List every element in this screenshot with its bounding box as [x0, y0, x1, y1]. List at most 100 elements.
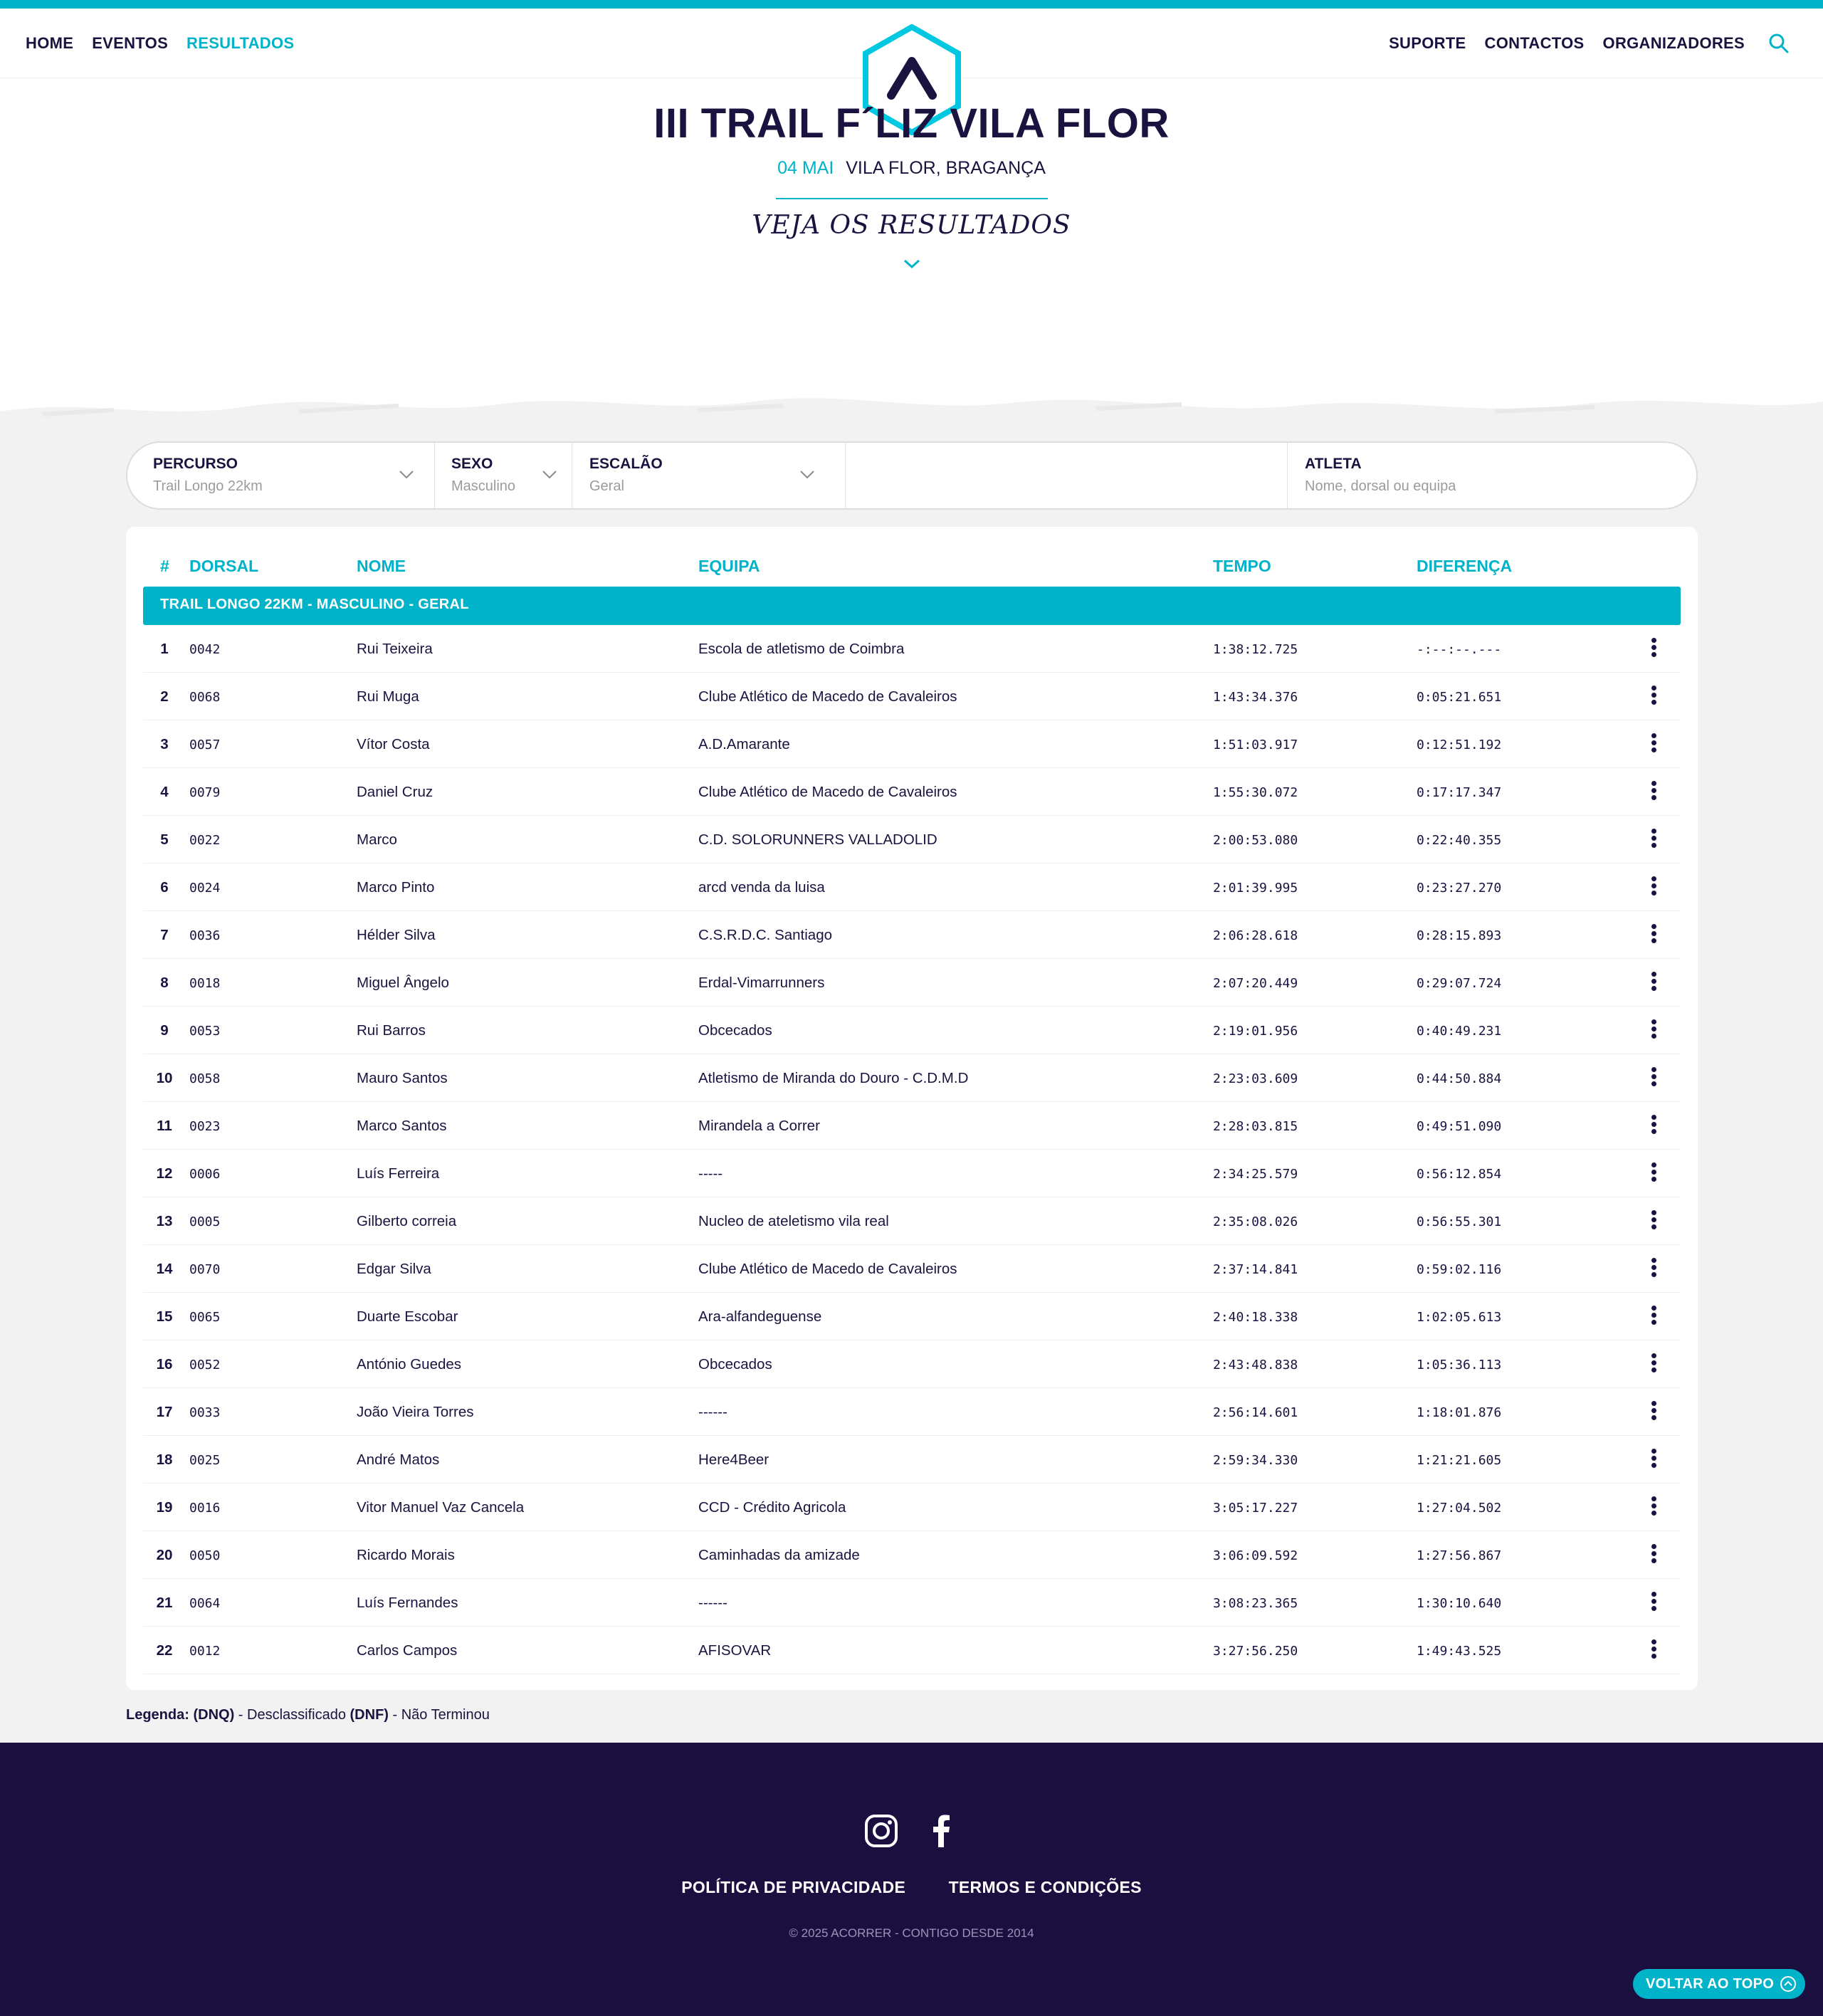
nav-contactos[interactable]: CONTACTOS — [1485, 34, 1585, 53]
more-dot — [1651, 693, 1656, 698]
nav-resultados[interactable]: RESULTADOS — [186, 34, 294, 53]
back-to-top-label: VOLTAR AO TOPO — [1646, 1976, 1775, 1992]
more-vertical-icon[interactable] — [1649, 1401, 1658, 1422]
search-icon[interactable] — [1767, 32, 1790, 55]
more-vertical-icon[interactable] — [1649, 1210, 1658, 1232]
percurso-select[interactable]: PERCURSO Trail Longo 22km — [127, 443, 435, 508]
cell-diferenca: 0:59:02.116 — [1417, 1262, 1502, 1277]
more-vertical-icon[interactable] — [1649, 1019, 1658, 1041]
more-dot — [1651, 1456, 1656, 1461]
cell-diferenca: 1:30:10.640 — [1417, 1596, 1502, 1611]
cell-dorsal: 0079 — [189, 785, 221, 800]
more-dot — [1651, 1162, 1656, 1167]
more-vertical-icon[interactable] — [1649, 972, 1658, 993]
more-dot — [1651, 1034, 1656, 1039]
chevron-down-icon[interactable] — [903, 258, 921, 271]
see-results-link[interactable]: VEJA OS RESULTADOS — [0, 211, 1823, 240]
more-vertical-icon[interactable] — [1649, 876, 1658, 898]
table-row[interactable]: 18 0025 André Matos Here4Beer 2:59:34.330 1:2… — [143, 1436, 1681, 1484]
more-vertical-icon[interactable] — [1649, 1067, 1658, 1088]
cell-tempo: 3:27:56.250 — [1213, 1644, 1298, 1659]
cell-dorsal: 0053 — [189, 1024, 221, 1039]
table-row[interactable]: 6 0024 Marco Pinto arcd venda da luisa 2:01:… — [143, 863, 1681, 911]
table-row[interactable]: 21 0064 Luís Fernandes ------ 3:08:23.365 1:3… — [143, 1579, 1681, 1627]
more-vertical-icon[interactable] — [1649, 781, 1658, 802]
more-vertical-icon[interactable] — [1649, 1162, 1658, 1184]
back-to-top-button[interactable]: VOLTAR AO TOPO — [1633, 1969, 1805, 1999]
more-vertical-icon[interactable] — [1649, 686, 1658, 707]
more-vertical-icon[interactable] — [1649, 1496, 1658, 1518]
facebook-icon[interactable] — [924, 1813, 960, 1849]
table-row[interactable]: 10 0058 Mauro Santos Atletismo de Miranda d… — [143, 1054, 1681, 1102]
cell-dorsal: 0050 — [189, 1548, 221, 1563]
nav-suporte[interactable]: SUPORTE — [1389, 34, 1466, 53]
nav-home[interactable]: HOME — [26, 34, 73, 53]
cell-equipa: Caminhadas da amizade — [698, 1547, 860, 1563]
more-dot — [1651, 1210, 1656, 1215]
more-vertical-icon[interactable] — [1649, 1306, 1658, 1327]
privacy-policy-link[interactable]: POLÍTICA DE PRIVACIDADE — [681, 1878, 905, 1896]
table-row[interactable]: 11 0023 Marco Santos Mirandela a Correr 2:28… — [143, 1102, 1681, 1150]
cell-nome: António Guedes — [357, 1356, 462, 1372]
more-vertical-icon[interactable] — [1649, 733, 1658, 755]
table-row[interactable]: 12 0006 Luís Ferreira ----- 2:34:25.579 0:56:… — [143, 1150, 1681, 1197]
cell-tempo: 3:05:17.227 — [1213, 1501, 1298, 1516]
more-vertical-icon[interactable] — [1649, 1592, 1658, 1613]
cell-tempo: 2:01:39.995 — [1213, 881, 1298, 896]
cell-equipa: Ara-alfandeguense — [698, 1308, 822, 1325]
cell-tempo: 2:19:01.956 — [1213, 1024, 1298, 1039]
cell-dorsal: 0005 — [189, 1214, 221, 1229]
cell-dorsal: 0042 — [189, 642, 221, 657]
more-vertical-icon[interactable] — [1649, 1258, 1658, 1279]
cell-diferenca: 0:23:27.270 — [1417, 881, 1502, 896]
cell-position: 9 — [160, 1022, 169, 1039]
more-vertical-icon[interactable] — [1649, 1639, 1658, 1661]
nav-eventos[interactable]: EVENTOS — [92, 34, 168, 53]
table-row[interactable]: 16 0052 António Guedes Obcecados 2:43:48.838… — [143, 1340, 1681, 1388]
terms-link[interactable]: TERMOS E CONDIÇÕES — [949, 1878, 1142, 1896]
table-row[interactable]: 1 0042 Rui Teixeira Escola de atletismo de … — [143, 625, 1681, 673]
cell-equipa: Nucleo de ateletismo vila real — [698, 1213, 889, 1229]
col-equipa: EQUIPA — [698, 557, 760, 575]
table-row[interactable]: 19 0016 Vitor Manuel Vaz Cancela CCD - Créd… — [143, 1484, 1681, 1531]
table-row[interactable]: 5 0022 Marco C.D. SOLORUNNERS VALLADOLID 2:0… — [143, 816, 1681, 863]
more-dot — [1651, 1599, 1656, 1604]
more-vertical-icon[interactable] — [1649, 829, 1658, 850]
escalao-select[interactable]: ESCALÃO Geral — [572, 443, 846, 508]
percurso-label: PERCURSO — [153, 456, 238, 472]
table-row[interactable]: 14 0070 Edgar Silva Clube Atlético de Maced… — [143, 1245, 1681, 1293]
results-group-header: TRAIL LONGO 22KM - MASCULINO - GERAL — [143, 587, 1681, 625]
more-vertical-icon[interactable] — [1649, 1544, 1658, 1565]
cell-position: 15 — [156, 1308, 173, 1325]
more-dot — [1651, 924, 1656, 929]
table-row[interactable]: 3 0057 Vítor Costa A.D.Amarante 1:51:03.917 0… — [143, 720, 1681, 768]
more-dot — [1651, 1654, 1656, 1659]
instagram-icon[interactable] — [863, 1813, 899, 1849]
table-row[interactable]: 9 0053 Rui Barros Obcecados 2:19:01.956 0:40:… — [143, 1007, 1681, 1054]
more-dot — [1651, 1353, 1656, 1358]
more-dot — [1651, 1258, 1656, 1263]
sexo-select[interactable]: SEXO Masculino — [435, 443, 572, 508]
nav-organizadores[interactable]: ORGANIZADORES — [1603, 34, 1745, 53]
more-vertical-icon[interactable] — [1649, 1115, 1658, 1136]
cell-nome: João Vieira Torres — [357, 1404, 474, 1420]
more-vertical-icon[interactable] — [1649, 638, 1658, 659]
more-vertical-icon[interactable] — [1649, 1449, 1658, 1470]
table-row[interactable]: 22 0012 Carlos Campos AFISOVAR 3:27:56.250 1:… — [143, 1627, 1681, 1674]
table-row[interactable]: 7 0036 Hélder Silva C.S.R.D.C. Santiago 2:06… — [143, 911, 1681, 959]
table-row[interactable]: 2 0068 Rui Muga Clube Atlético de Macedo de… — [143, 673, 1681, 720]
atleta-search-field[interactable]: ATLETA Nome, dorsal ou equipa — [1288, 443, 1696, 508]
table-row[interactable]: 17 0033 João Vieira Torres ------ 2:56:14.60… — [143, 1388, 1681, 1436]
cell-diferenca: -:--:--.--- — [1417, 642, 1502, 657]
cell-equipa: arcd venda da luisa — [698, 879, 825, 896]
more-vertical-icon[interactable] — [1649, 1353, 1658, 1375]
atleta-input[interactable]: Nome, dorsal ou equipa — [1305, 478, 1696, 495]
cell-tempo: 2:28:03.815 — [1213, 1119, 1298, 1134]
more-vertical-icon[interactable] — [1649, 924, 1658, 945]
table-row[interactable]: 13 0005 Gilberto correia Nucleo de ateletis… — [143, 1197, 1681, 1245]
table-row[interactable]: 8 0018 Miguel Ângelo Erdal-Vimarrunners 2:07… — [143, 959, 1681, 1007]
table-row[interactable]: 20 0050 Ricardo Morais Caminhadas da amizad… — [143, 1531, 1681, 1579]
table-row[interactable]: 4 0079 Daniel Cruz Clube Atlético de Macedo… — [143, 768, 1681, 816]
footer-links: POLÍTICA DE PRIVACIDADE TERMOS E CONDIÇÕ… — [0, 1878, 1823, 1897]
table-row[interactable]: 15 0065 Duarte Escobar Ara-alfandeguense 2:4… — [143, 1293, 1681, 1340]
